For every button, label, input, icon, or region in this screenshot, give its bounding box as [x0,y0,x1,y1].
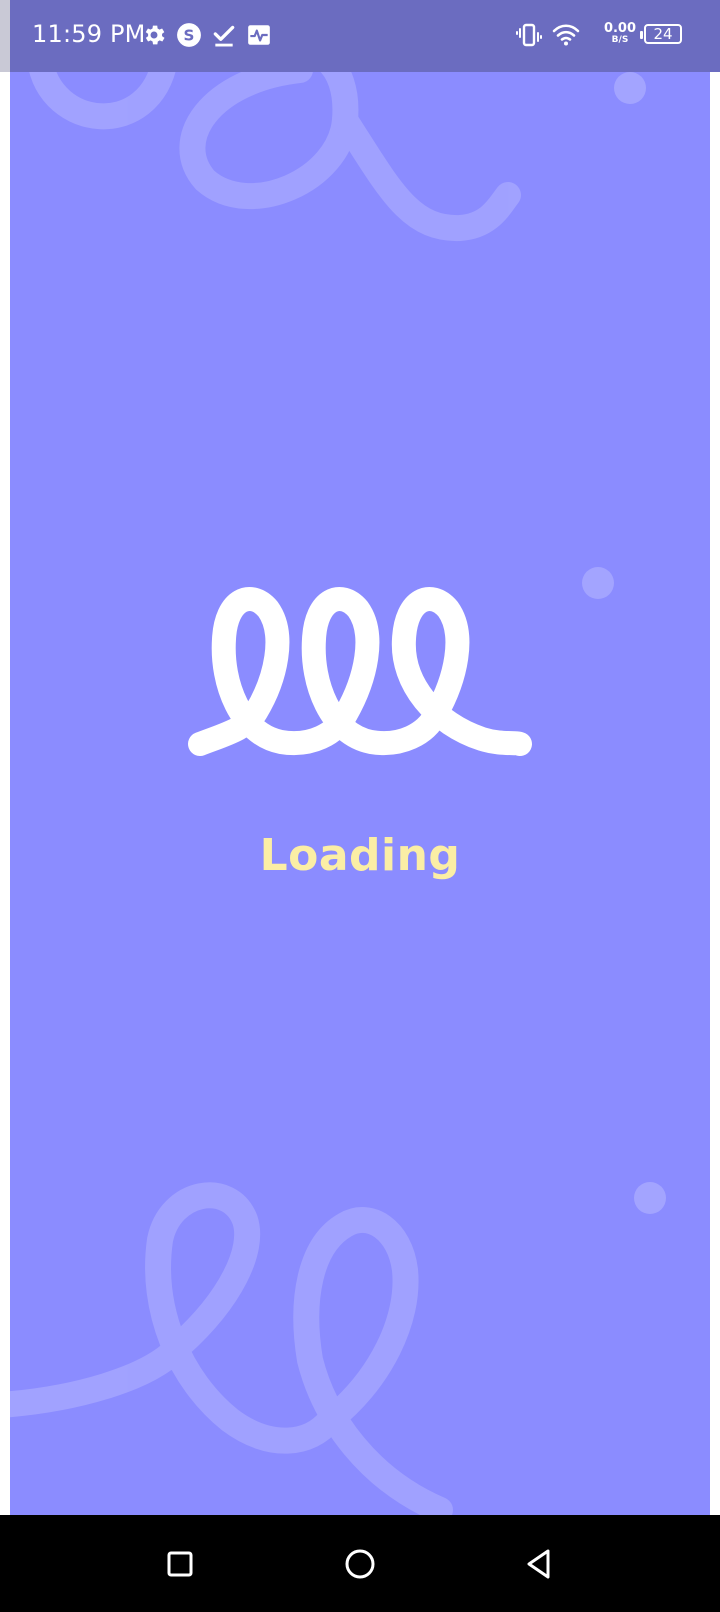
spiral-loops-logo [188,587,532,756]
status-time: 11:59 PM [32,20,146,48]
skype-icon: S [177,23,201,47]
checkmark-icon [213,25,235,47]
network-speed-unit: B/S [611,35,629,45]
status-bar-edge [0,0,10,72]
home-button[interactable] [335,1539,385,1589]
battery-level: 24 [644,24,682,44]
network-speed-value: 0.00 [603,21,637,36]
splash-screen: Loading [10,0,710,1515]
status-bar: 11:59 PM S 0.00 B/S 24 [0,0,720,72]
svg-text:S: S [184,26,195,44]
screen: Loading 11:59 PM S 0.00 B/S 24 [0,0,720,1612]
navigation-bar [0,1515,720,1612]
activity-monitor-icon [248,25,270,45]
loading-label: Loading [259,830,461,881]
recent-apps-button[interactable] [155,1539,205,1589]
back-button[interactable] [515,1539,565,1589]
battery-icon: 24 [640,24,686,46]
network-speed: 0.00 B/S [602,22,638,45]
wifi-icon [552,24,580,46]
vibrate-icon [516,23,542,47]
gear-icon [145,25,165,45]
